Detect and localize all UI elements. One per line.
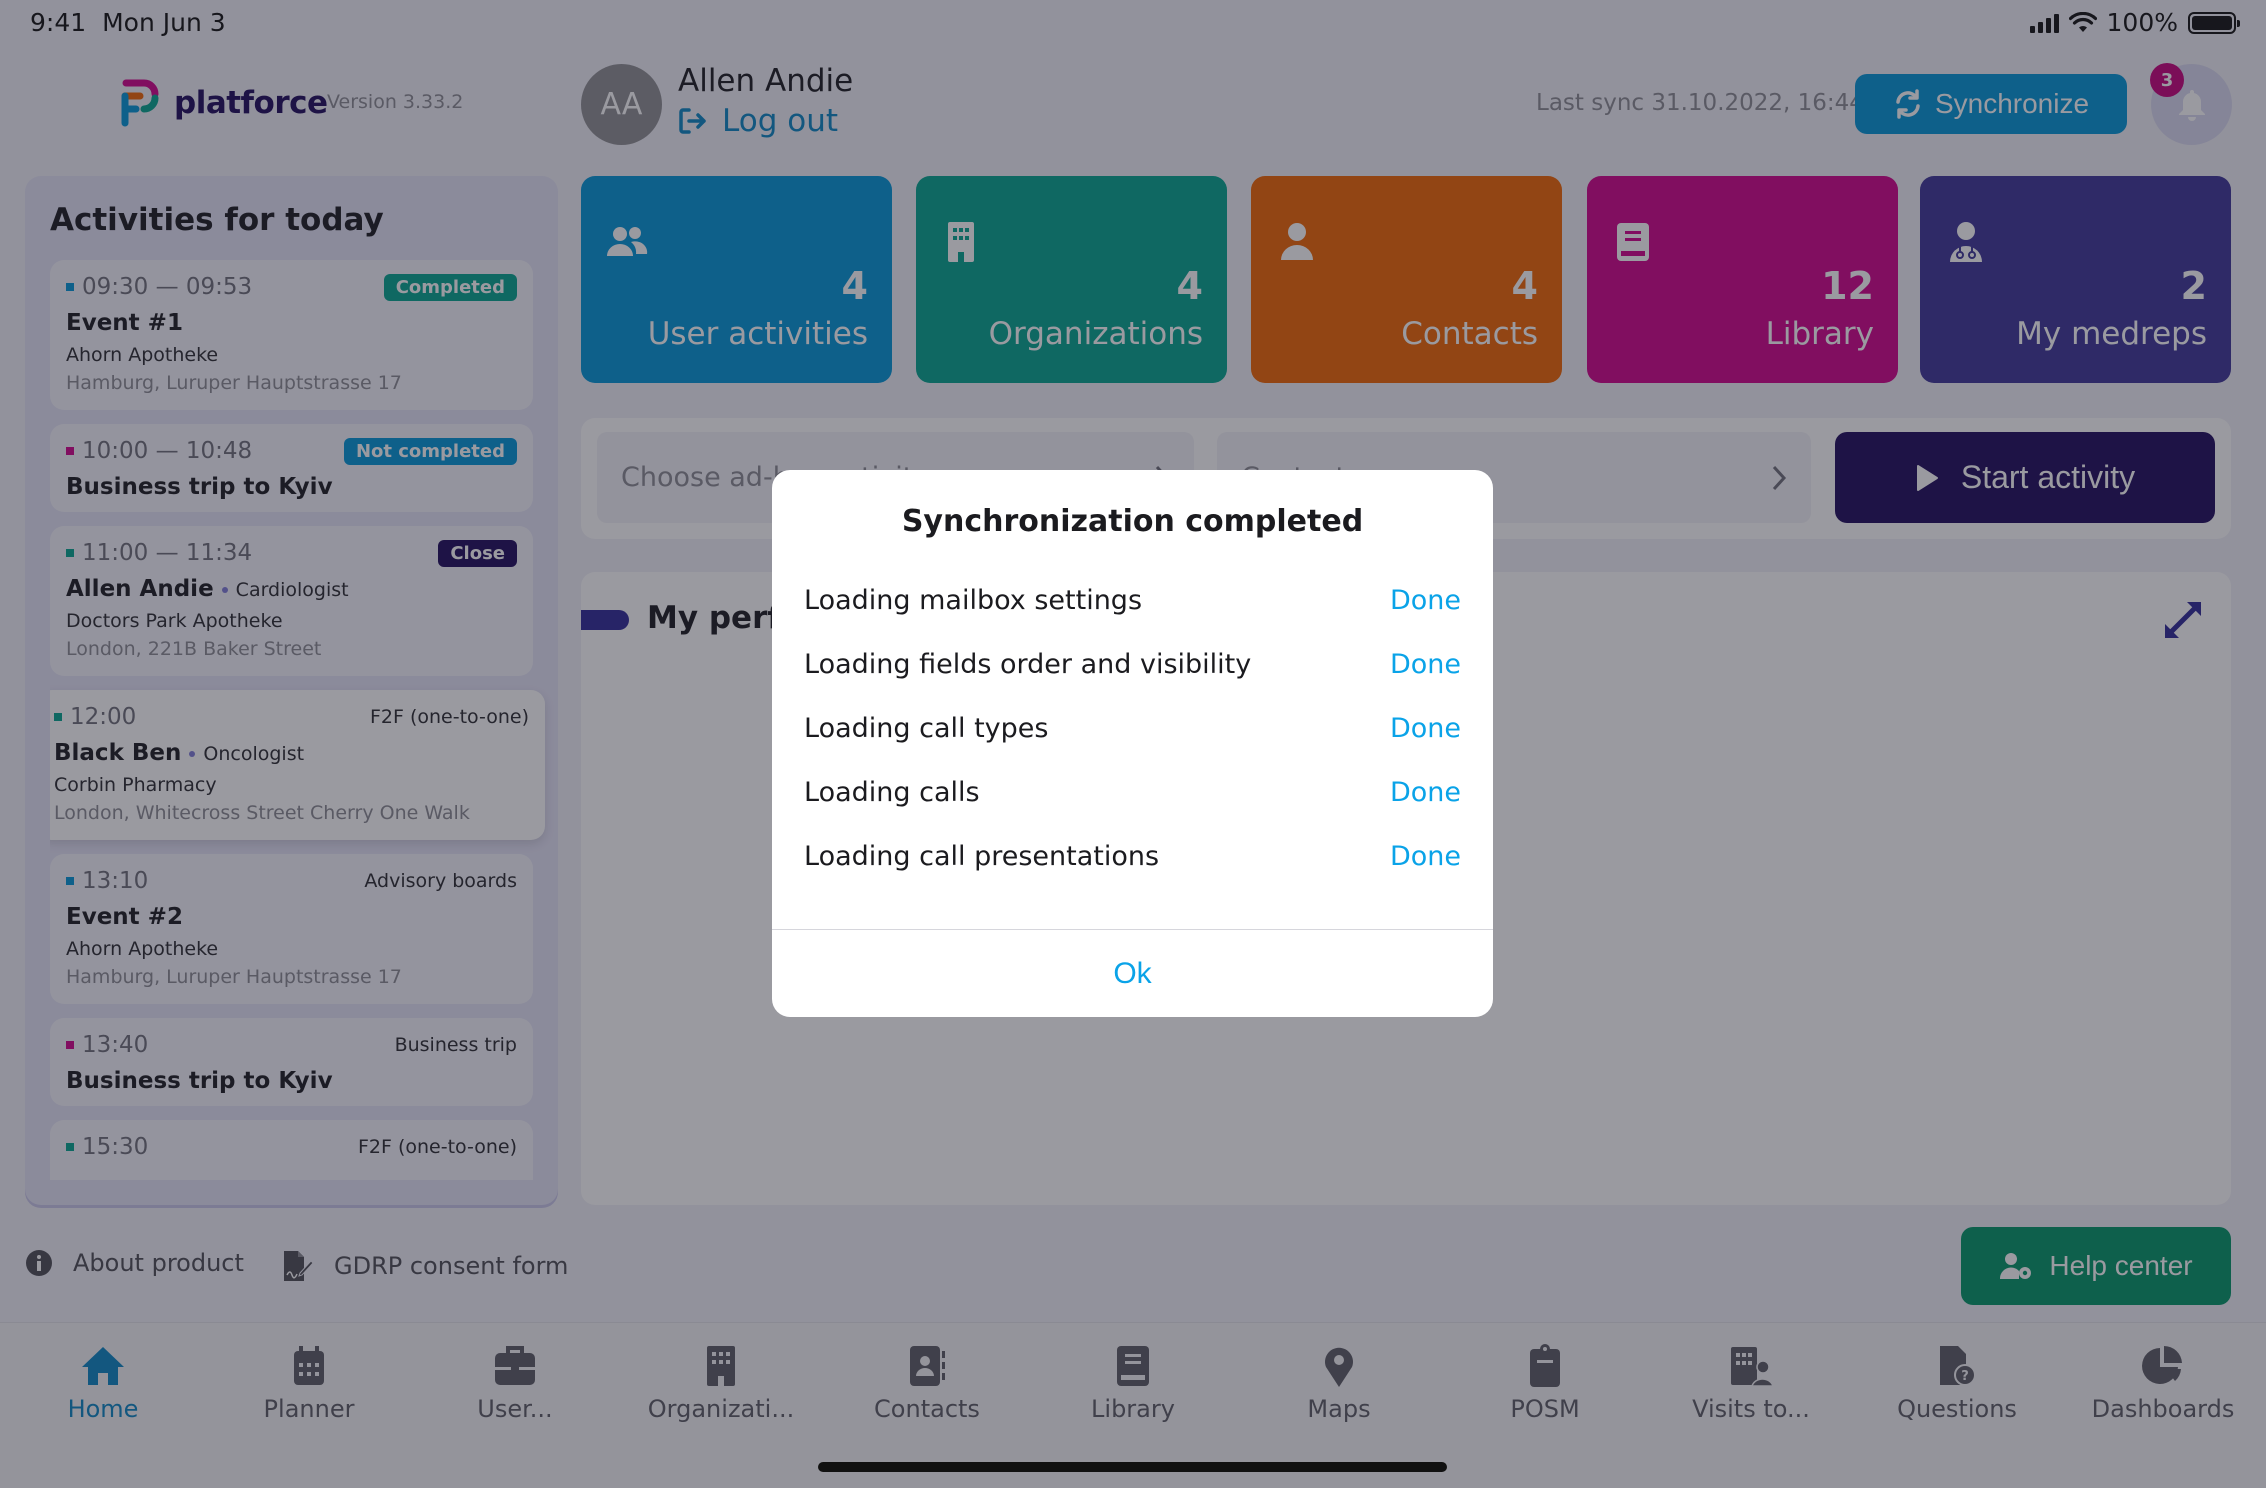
- sync-step-row: Loading fields order and visibility Done: [804, 649, 1461, 680]
- sync-step-row: Loading mailbox settings Done: [804, 585, 1461, 616]
- sync-step-status: Done: [1389, 585, 1461, 616]
- sync-step-status: Done: [1389, 777, 1461, 808]
- sync-step-label: Loading calls: [804, 777, 980, 808]
- sync-step-label: Loading fields order and visibility: [804, 649, 1252, 680]
- sync-step-row: Loading call types Done: [804, 713, 1461, 744]
- sync-step-status: Done: [1389, 713, 1461, 744]
- home-indicator[interactable]: [818, 1462, 1447, 1472]
- sync-step-status: Done: [1389, 841, 1461, 872]
- sync-step-status: Done: [1389, 649, 1461, 680]
- sync-step-label: Loading call types: [804, 713, 1049, 744]
- sync-step-row: Loading calls Done: [804, 777, 1461, 808]
- ok-button[interactable]: Ok: [772, 930, 1493, 1017]
- sync-step-label: Loading call presentations: [804, 841, 1160, 872]
- sync-step-label: Loading mailbox settings: [804, 585, 1143, 616]
- sync-step-row: Loading call presentations Done: [804, 841, 1461, 872]
- sync-completed-dialog: Synchronization completed Loading mailbo…: [772, 470, 1493, 1017]
- dialog-title: Synchronization completed: [901, 504, 1364, 539]
